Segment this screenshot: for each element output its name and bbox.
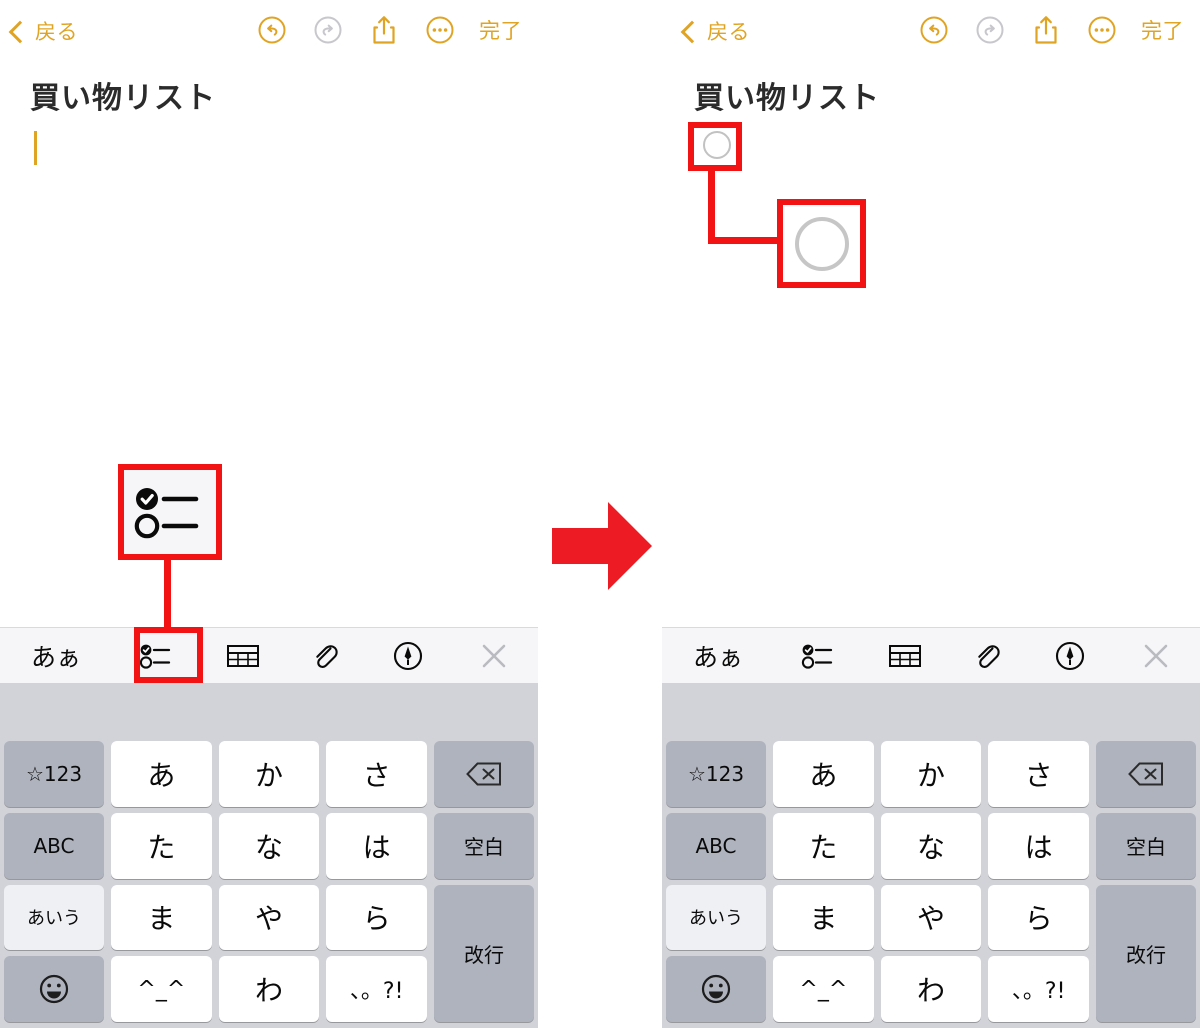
red-right-arrow [548,492,656,600]
key-return[interactable]: 改行 [433,884,534,1022]
navigation-actions: 完了 [917,13,1184,47]
navigation-bar: 戻る 完了 [662,0,1200,62]
key-ma-row[interactable]: ま [111,884,212,951]
key-kana-mode[interactable]: あいう [666,884,766,951]
note-format-toolbar: あぁ [662,627,1200,684]
key-ha-row[interactable]: は [988,812,1089,879]
back-button[interactable]: 戻る [8,16,78,46]
key-kaomoji[interactable]: ^_^ [773,956,874,1022]
undo-icon[interactable] [917,13,951,47]
key-sa-row[interactable]: さ [988,741,1089,807]
note-title: 買い物リスト [694,81,880,116]
annotation-zoom-box-checkbox [777,199,866,288]
back-button[interactable]: 戻る [680,16,750,46]
text-format-button[interactable]: あぁ [0,628,112,684]
key-ra-row[interactable]: ら [988,884,1089,951]
undo-icon[interactable] [255,13,289,47]
markup-button[interactable] [1028,628,1112,684]
text-format-button[interactable]: あぁ [662,628,774,684]
annotation-highlight-checkbox [688,122,742,171]
key-a-row[interactable]: あ [773,741,874,807]
suggestion-bar[interactable] [0,683,538,735]
key-abc[interactable]: ABC [4,812,104,879]
key-ra-row[interactable]: ら [326,884,427,951]
key-ya-row[interactable]: や [880,884,982,951]
key-space[interactable]: 空白 [1095,812,1196,879]
backspace-icon[interactable] [1095,741,1196,807]
key-space[interactable]: 空白 [433,812,534,879]
chevron-left-icon [8,20,32,43]
key-kana-mode[interactable]: あいう [4,884,104,951]
navigation-actions: 完了 [255,13,522,47]
attachment-button[interactable] [946,628,1028,684]
share-icon[interactable] [1029,13,1063,47]
more-ellipsis-icon[interactable] [1085,13,1119,47]
key-punctuation[interactable]: 、。?! [326,956,427,1022]
key-punctuation[interactable]: 、。?! [988,956,1089,1022]
key-ta-row[interactable]: た [773,812,874,879]
back-button-label: 戻る [35,21,78,44]
annotation-highlight-checklist-button [134,627,203,683]
back-button-label: 戻る [707,21,750,44]
japanese-keyboard: ☆123 あ か さ ABC た な は 空白 あいう ま や ら 改行 ^_^… [662,735,1200,1028]
more-ellipsis-icon[interactable] [423,13,457,47]
key-symbols-numbers[interactable]: ☆123 [666,741,766,807]
empty-checkbox-circle-magnified [783,205,860,282]
key-abc[interactable]: ABC [666,812,766,879]
note-format-toolbar: あぁ [0,627,538,684]
table-button[interactable] [864,628,946,684]
annotation-connector-left [164,556,171,632]
key-symbols-numbers[interactable]: ☆123 [4,741,104,807]
close-keyboard-button[interactable] [1112,628,1200,684]
key-a-row[interactable]: あ [111,741,212,807]
close-keyboard-button[interactable] [450,628,538,684]
key-na-row[interactable]: な [880,812,982,879]
key-ya-row[interactable]: や [218,884,320,951]
keyboard-grid: ☆123 あ か さ ABC た な は 空白 あいう ま や ら 改行 ^_^… [666,741,1196,1022]
key-ma-row[interactable]: ま [773,884,874,951]
key-ha-row[interactable]: は [326,812,427,879]
table-button[interactable] [202,628,284,684]
chevron-left-icon [680,20,704,43]
checklist-icon-magnified [124,470,216,554]
redo-icon [973,13,1007,47]
key-wa-row[interactable]: わ [880,956,982,1022]
key-kaomoji[interactable]: ^_^ [111,956,212,1022]
key-ka-row[interactable]: か [218,741,320,807]
key-ka-row[interactable]: か [880,741,982,807]
share-icon[interactable] [367,13,401,47]
note-title: 買い物リスト [30,81,216,116]
key-na-row[interactable]: な [218,812,320,879]
annotation-zoom-box-checklist [118,464,222,560]
keyboard-grid: ☆123 あ か さ ABC た な は 空白 あいう ま や ら 改行 ^_^… [4,741,534,1022]
key-ta-row[interactable]: た [111,812,212,879]
phone-screen-after: 戻る 完了 買い物リスト あぁ ☆123 あ か さ ABC た な は 空白 … [662,0,1200,1028]
key-wa-row[interactable]: わ [218,956,320,1022]
emoji-icon[interactable] [4,956,104,1022]
checklist-button[interactable] [774,628,864,684]
suggestion-bar[interactable] [662,683,1200,735]
done-button[interactable]: 完了 [479,15,522,45]
backspace-icon[interactable] [433,741,534,807]
text-cursor [34,131,37,165]
key-return[interactable]: 改行 [1095,884,1196,1022]
navigation-bar: 戻る 完了 [0,0,538,62]
phone-screen-before: 戻る 完了 買い物リスト あぁ ☆123 あ か さ ABC た な は 空白 … [0,0,538,1028]
markup-button[interactable] [366,628,450,684]
done-button[interactable]: 完了 [1141,15,1184,45]
annotation-connector-right-vertical [708,166,715,244]
key-sa-row[interactable]: さ [326,741,427,807]
annotation-connector-right-horizontal [708,237,784,244]
redo-icon [311,13,345,47]
emoji-icon[interactable] [666,956,766,1022]
attachment-button[interactable] [284,628,366,684]
japanese-keyboard: ☆123 あ か さ ABC た な は 空白 あいう ま や ら 改行 ^_^… [0,735,538,1028]
